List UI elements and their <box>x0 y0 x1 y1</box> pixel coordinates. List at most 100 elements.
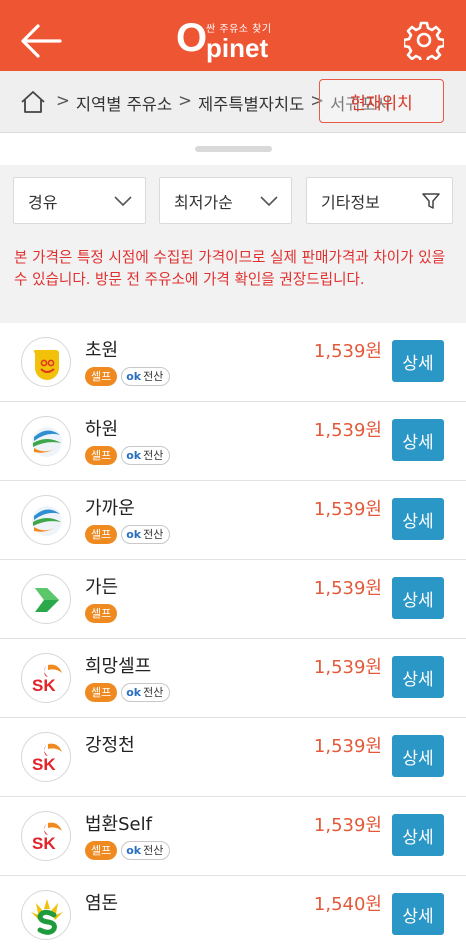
chevron-down-icon <box>114 196 132 207</box>
arrow-left-icon <box>21 24 62 58</box>
pos-system-badge: ok 전산 <box>121 841 171 860</box>
station-badges: 셀프 ok 전산 <box>85 841 171 860</box>
station-price: 1,539원 <box>313 420 382 441</box>
station-row[interactable]: 가든셀프 1,539원 상세 <box>0 560 466 639</box>
ok-mark-icon: ok <box>126 528 142 541</box>
sort-order-value: 최저가순 <box>174 192 233 212</box>
station-price: 1,540원 <box>313 894 382 915</box>
pos-label: 전산 <box>143 528 164 541</box>
detail-button[interactable]: 상세 <box>392 656 444 698</box>
chevron-down-icon <box>260 196 278 207</box>
detail-button[interactable]: 상세 <box>392 577 444 619</box>
ok-mark-icon: ok <box>126 844 142 857</box>
station-badges: 셀프 ok 전산 <box>85 367 171 386</box>
station-badges: 셀프 ok 전산 <box>85 683 171 702</box>
app-header: 싼 주유소 찾기 O pinet <box>0 0 466 71</box>
station-price: 1,539원 <box>313 499 382 520</box>
station-name: 강정천 <box>85 735 135 756</box>
logo-letter-o: O <box>176 16 208 60</box>
station-name: 가든 <box>85 577 119 598</box>
logo-text: pinet <box>206 33 269 63</box>
brand-logo <box>21 890 71 940</box>
station-badges: 셀프 ok 전산 <box>85 525 171 544</box>
station-price: 1,539원 <box>313 657 382 678</box>
extra-info-filter[interactable]: 기타정보 <box>306 177 453 224</box>
self-service-badge: 셀프 <box>85 841 118 860</box>
ok-mark-icon: ok <box>126 686 142 699</box>
detail-button[interactable]: 상세 <box>392 814 444 856</box>
opinet-logo: 싼 주유소 찾기 O pinet <box>176 12 292 64</box>
hyundai-oilbank-logo-icon <box>31 899 63 935</box>
brand-logo <box>21 416 71 466</box>
station-row[interactable]: 가까운셀프 ok 전산 1,539원 상세 <box>0 481 466 560</box>
breadcrumb-separator: > <box>56 91 70 110</box>
settings-button[interactable] <box>402 20 446 65</box>
station-price: 1,539원 <box>313 736 382 757</box>
station-badges: 셀프 ok 전산 <box>85 446 171 465</box>
brand-logo: SK <box>21 811 71 861</box>
breadcrumb-separator: > <box>178 91 192 110</box>
pos-label: 전산 <box>143 686 164 699</box>
altteul-logo-icon <box>35 588 59 612</box>
svg-text:SK: SK <box>32 676 56 695</box>
detail-button[interactable]: 상세 <box>392 735 444 777</box>
station-row[interactable]: SK 법환Self 셀프 ok 전산 1,539원 상세 <box>0 797 466 876</box>
station-row[interactable]: 초원 셀프 ok 전산 1,539원 상세 <box>0 323 466 402</box>
station-name: 하원 <box>85 419 119 440</box>
breadcrumb-item-province[interactable]: 제주특별자치도 <box>198 91 304 115</box>
gs-caltex-logo-icon <box>32 506 62 536</box>
station-name: 염돈 <box>85 893 119 914</box>
filter-bar: 경유 최저가순 기타정보 <box>0 165 466 235</box>
station-row[interactable]: SK 희망셀프 셀프 ok 전산 1,539원 상세 <box>0 639 466 718</box>
station-row[interactable]: SK 강정천 1,539원 상세 <box>0 718 466 797</box>
fuel-type-dropdown[interactable]: 경유 <box>13 177 146 224</box>
pos-system-badge: ok 전산 <box>121 683 171 702</box>
station-name: 가까운 <box>85 498 135 519</box>
brand-logo <box>21 574 71 624</box>
self-service-badge: 셀프 <box>85 367 118 386</box>
breadcrumb: > 지역별 주유소 > 제주특별자치도 > 서귀포시 현재위치 <box>0 71 466 133</box>
self-service-badge: 셀프 <box>85 683 118 702</box>
station-name: 희망셀프 <box>85 656 152 677</box>
ok-mark-icon: ok <box>126 449 142 462</box>
home-icon[interactable] <box>20 90 46 114</box>
detail-button[interactable]: 상세 <box>392 893 444 935</box>
svg-text:SK: SK <box>32 755 56 774</box>
station-price: 1,539원 <box>313 815 382 836</box>
detail-button[interactable]: 상세 <box>392 340 444 382</box>
gear-icon <box>402 21 446 65</box>
brand-logo <box>21 495 71 545</box>
filter-icon <box>422 193 440 209</box>
station-row[interactable]: 하원셀프 ok 전산 1,539원 상세 <box>0 402 466 481</box>
pos-label: 전산 <box>143 844 164 857</box>
station-name: 법환Self <box>85 814 152 835</box>
fuel-type-value: 경유 <box>28 192 58 212</box>
sk-energy-logo-icon: SK <box>32 664 62 695</box>
breadcrumb-item-region[interactable]: 지역별 주유소 <box>76 91 172 115</box>
self-service-badge: 셀프 <box>85 446 118 465</box>
pos-system-badge: ok 전산 <box>121 446 171 465</box>
station-badges: 셀프 <box>85 604 118 623</box>
price-disclaimer: 본 가격은 특정 시점에 수집된 가격이므로 실제 판매가격과 차이가 있을 수… <box>0 235 466 323</box>
sort-order-dropdown[interactable]: 최저가순 <box>159 177 292 224</box>
current-location-button[interactable]: 현재위치 <box>319 79 444 123</box>
self-service-badge: 셀프 <box>85 604 118 623</box>
detail-button[interactable]: 상세 <box>392 498 444 540</box>
pos-system-badge: ok 전산 <box>121 367 171 386</box>
pos-label: 전산 <box>143 370 164 383</box>
soil-logo-icon <box>33 349 59 380</box>
station-price: 1,539원 <box>313 578 382 599</box>
ok-mark-icon: ok <box>126 370 142 383</box>
brand-logo: SK <box>21 653 71 703</box>
self-service-badge: 셀프 <box>85 525 118 544</box>
station-name: 초원 <box>85 340 119 361</box>
brand-logo: SK <box>21 732 71 782</box>
brand-logo <box>21 337 71 387</box>
svg-text:SK: SK <box>32 834 56 853</box>
gs-caltex-logo-icon <box>32 427 62 457</box>
sheet-drag-handle[interactable] <box>195 146 272 152</box>
detail-button[interactable]: 상세 <box>392 419 444 461</box>
sk-energy-logo-icon: SK <box>32 822 62 853</box>
back-button[interactable] <box>18 18 64 64</box>
station-row[interactable]: 염돈 1,540원 상세 <box>0 876 466 951</box>
